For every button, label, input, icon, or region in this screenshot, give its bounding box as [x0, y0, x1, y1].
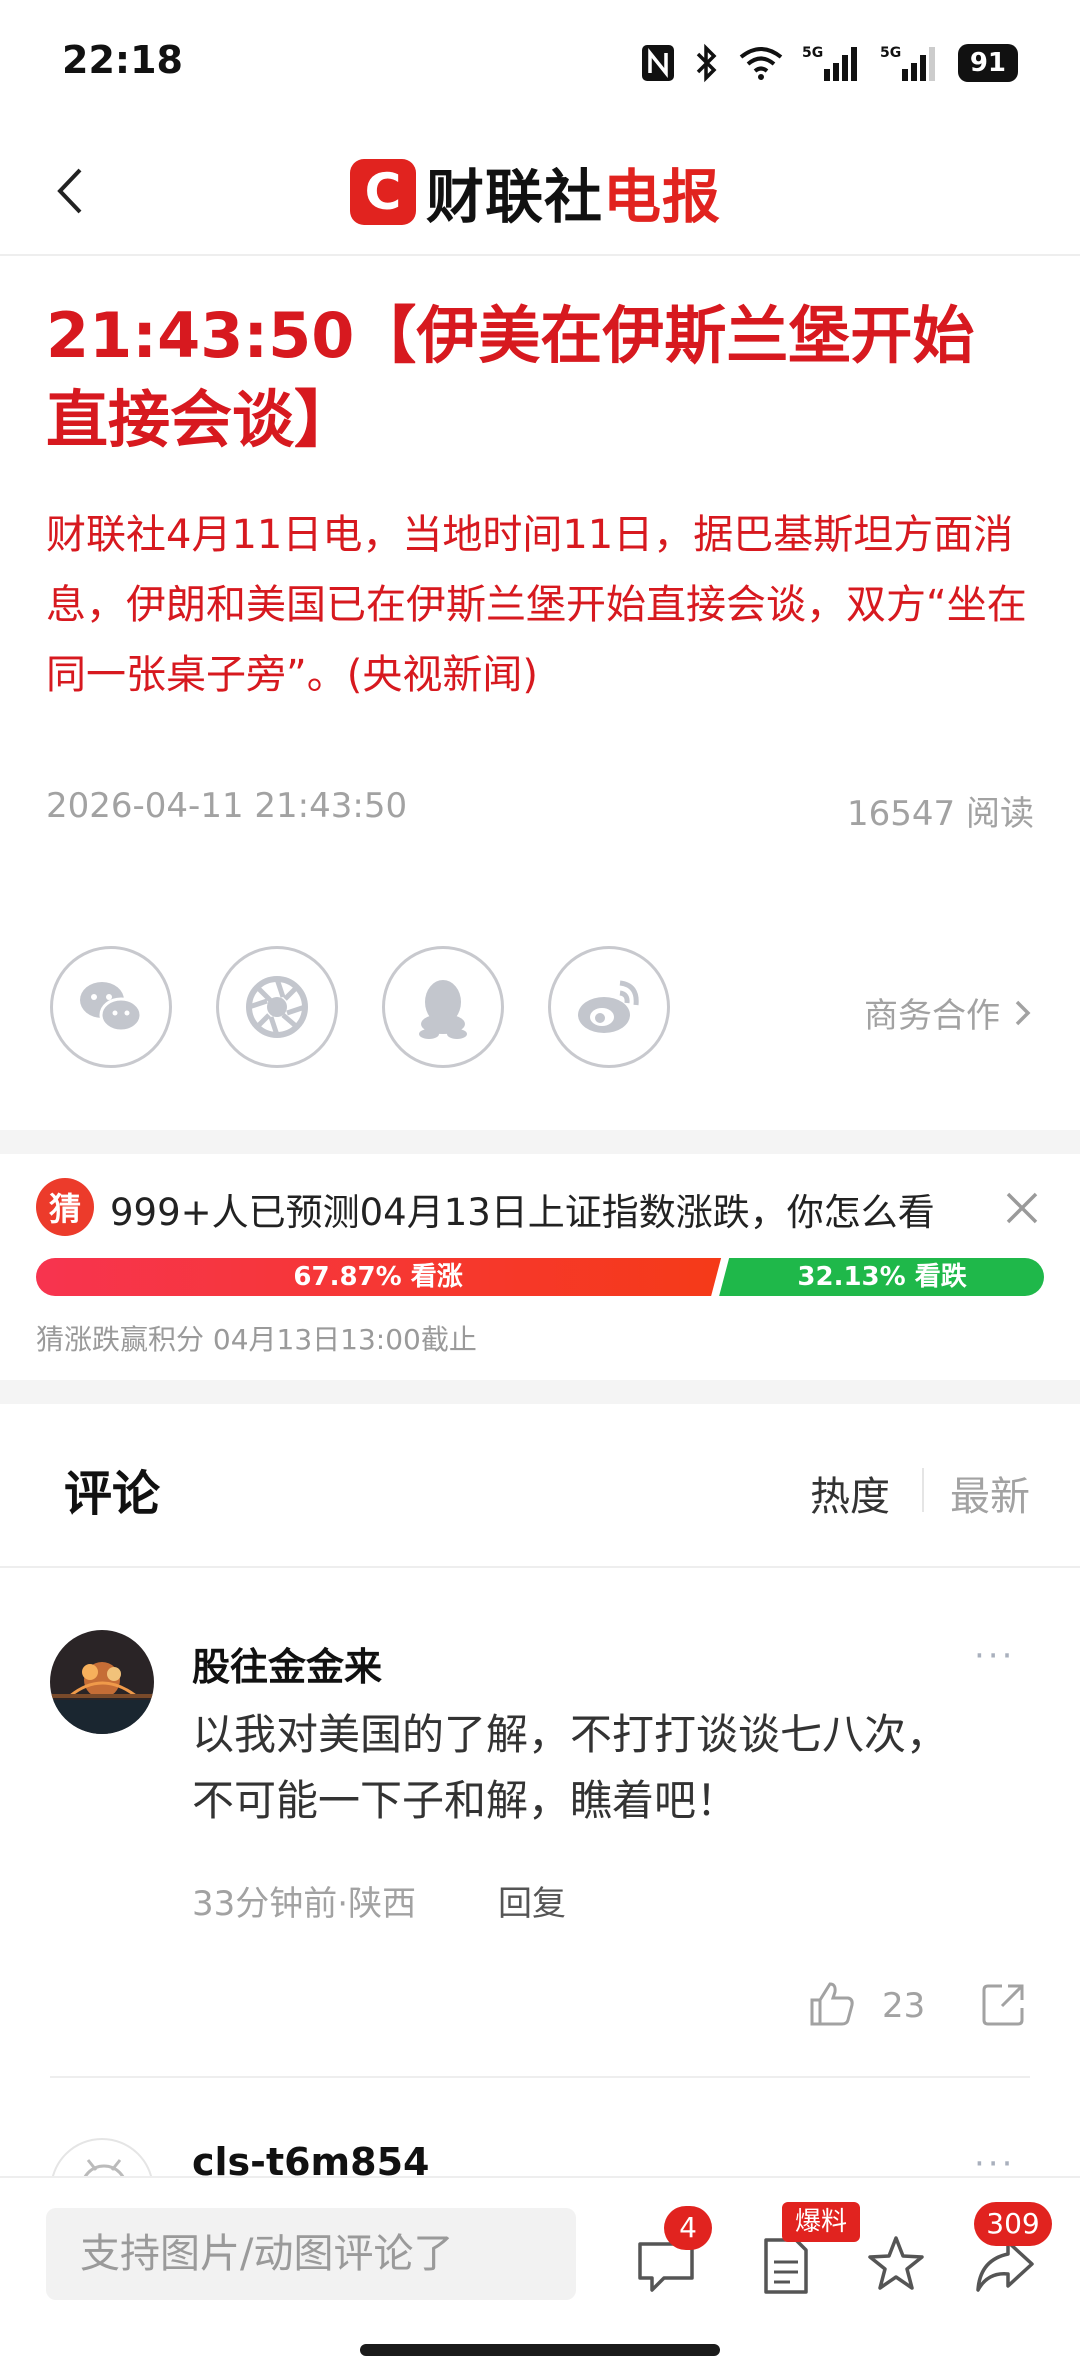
comment-text-line-1: 以我对美国的了解，不打打谈谈七八次， [192, 1710, 949, 1759]
share-icon[interactable] [980, 1980, 1028, 2028]
logo-text: 财联社电报 [426, 150, 721, 234]
close-button[interactable] [994, 1180, 1050, 1236]
comment-meta: 33分钟前·陕西 [192, 1884, 417, 1924]
share-row [50, 946, 670, 1068]
article-datetime: 2026-04-11 21:43:50 [46, 786, 408, 826]
qq-icon [419, 980, 467, 1039]
signal-2-icon: 5G [880, 45, 935, 81]
bluetooth-icon [696, 43, 717, 83]
tip-badge: 爆料 [782, 2202, 860, 2242]
share-qq-button[interactable] [382, 946, 504, 1068]
status-icons: 5G 5G 91 [640, 40, 1018, 86]
comment-username[interactable]: 股往金金来 [192, 1636, 382, 1691]
like-icon[interactable] [806, 1978, 858, 2030]
guess-badge: 猜 [36, 1178, 94, 1236]
vote-bar: 67.87% 看涨 32.13% 看跌 [36, 1258, 1044, 1296]
moments-icon [246, 976, 308, 1038]
weibo-icon [578, 980, 639, 1033]
battery-indicator: 91 [957, 44, 1018, 82]
comments-header: 评论 热度 最新 [0, 1404, 1080, 1568]
logo-letter: C [364, 163, 402, 221]
vote-down-label: 32.13% 看跌 [797, 1262, 966, 1292]
vote-up-label: 67.87% 看涨 [293, 1262, 462, 1292]
comment-text-line-2: 不可能一下子和解，瞧着吧！ [192, 1776, 739, 1825]
section-gap [0, 1130, 1080, 1154]
comments-title: 评论 [64, 1466, 161, 1522]
comment-input[interactable]: 支持图片/动图评论了 [46, 2208, 576, 2300]
article-read-count: 16547 阅读 [847, 794, 1034, 834]
prediction-card: 猜 999+人已预测04月13日上证指数涨跌，你怎么看 67.87% 看涨 32… [0, 1154, 1080, 1380]
like-count: 23 [882, 1986, 926, 2026]
business-cooperation-link[interactable]: 商务合作 [864, 988, 1034, 1037]
close-icon [1006, 1192, 1038, 1224]
app-logo: C 财联社电报 [350, 150, 721, 234]
wechat-icon [80, 982, 143, 1033]
sort-new-tab[interactable]: 最新 [950, 1464, 1030, 1522]
share-wechat-button[interactable] [50, 946, 172, 1068]
more-options-button[interactable]: ··· [974, 1636, 1015, 1676]
logo-text-red: 电报 [603, 163, 722, 231]
business-label: 商务合作 [864, 996, 1000, 1036]
prediction-title: 999+人已预测04月13日上证指数涨跌，你怎么看 [110, 1191, 935, 1234]
status-bar: 22:18 5G 5G 91 [0, 0, 1080, 128]
document-icon[interactable] [754, 2234, 818, 2298]
star-icon[interactable] [864, 2232, 928, 2296]
chevron-right-icon [1015, 1000, 1031, 1025]
logo-mark: C [350, 159, 416, 225]
top-nav: C 财联社电报 [0, 128, 1080, 256]
network-label-1: 5G [802, 45, 823, 61]
comment-count-badge: 4 [664, 2206, 712, 2250]
chevron-left-icon [57, 168, 82, 214]
sort-hot-tab[interactable]: 热度 [810, 1464, 890, 1522]
prediction-note: 猜涨跌赢积分 04月13日13:00截止 [36, 1323, 477, 1356]
article-headline: 21:43:50【伊美在伊斯兰堡开始直接会谈】 [46, 299, 975, 456]
home-indicator [360, 2344, 720, 2356]
share-count-badge: 309 [974, 2202, 1052, 2246]
network-label-2: 5G [880, 45, 901, 61]
signal-1-icon: 5G [802, 45, 857, 81]
avatar-image [50, 1630, 154, 1734]
section-gap [0, 1380, 1080, 1404]
wifi-icon [739, 47, 783, 80]
reply-button[interactable]: 回复 [498, 1876, 566, 1925]
back-button[interactable] [38, 156, 108, 226]
share-weibo-button[interactable] [548, 946, 670, 1068]
bottom-bar: 支持图片/动图评论了 4 爆料 309 [0, 2176, 1080, 2376]
sort-divider [922, 1468, 924, 1512]
avatar[interactable] [50, 1630, 154, 1734]
nfc-icon [641, 45, 674, 81]
logo-text-black: 财联社 [426, 163, 604, 231]
page: 22:18 5G 5G 91 C 财联社电报 21:43:50【伊美在伊斯兰堡开… [0, 0, 1080, 2376]
comment-divider [50, 2076, 1030, 2078]
share-moments-button[interactable] [216, 946, 338, 1068]
status-time: 22:18 [62, 38, 183, 82]
article-body: 财联社4月11日电，当地时间11日，据巴基斯坦方面消息，伊朗和美国已在伊斯兰堡开… [46, 512, 1027, 698]
